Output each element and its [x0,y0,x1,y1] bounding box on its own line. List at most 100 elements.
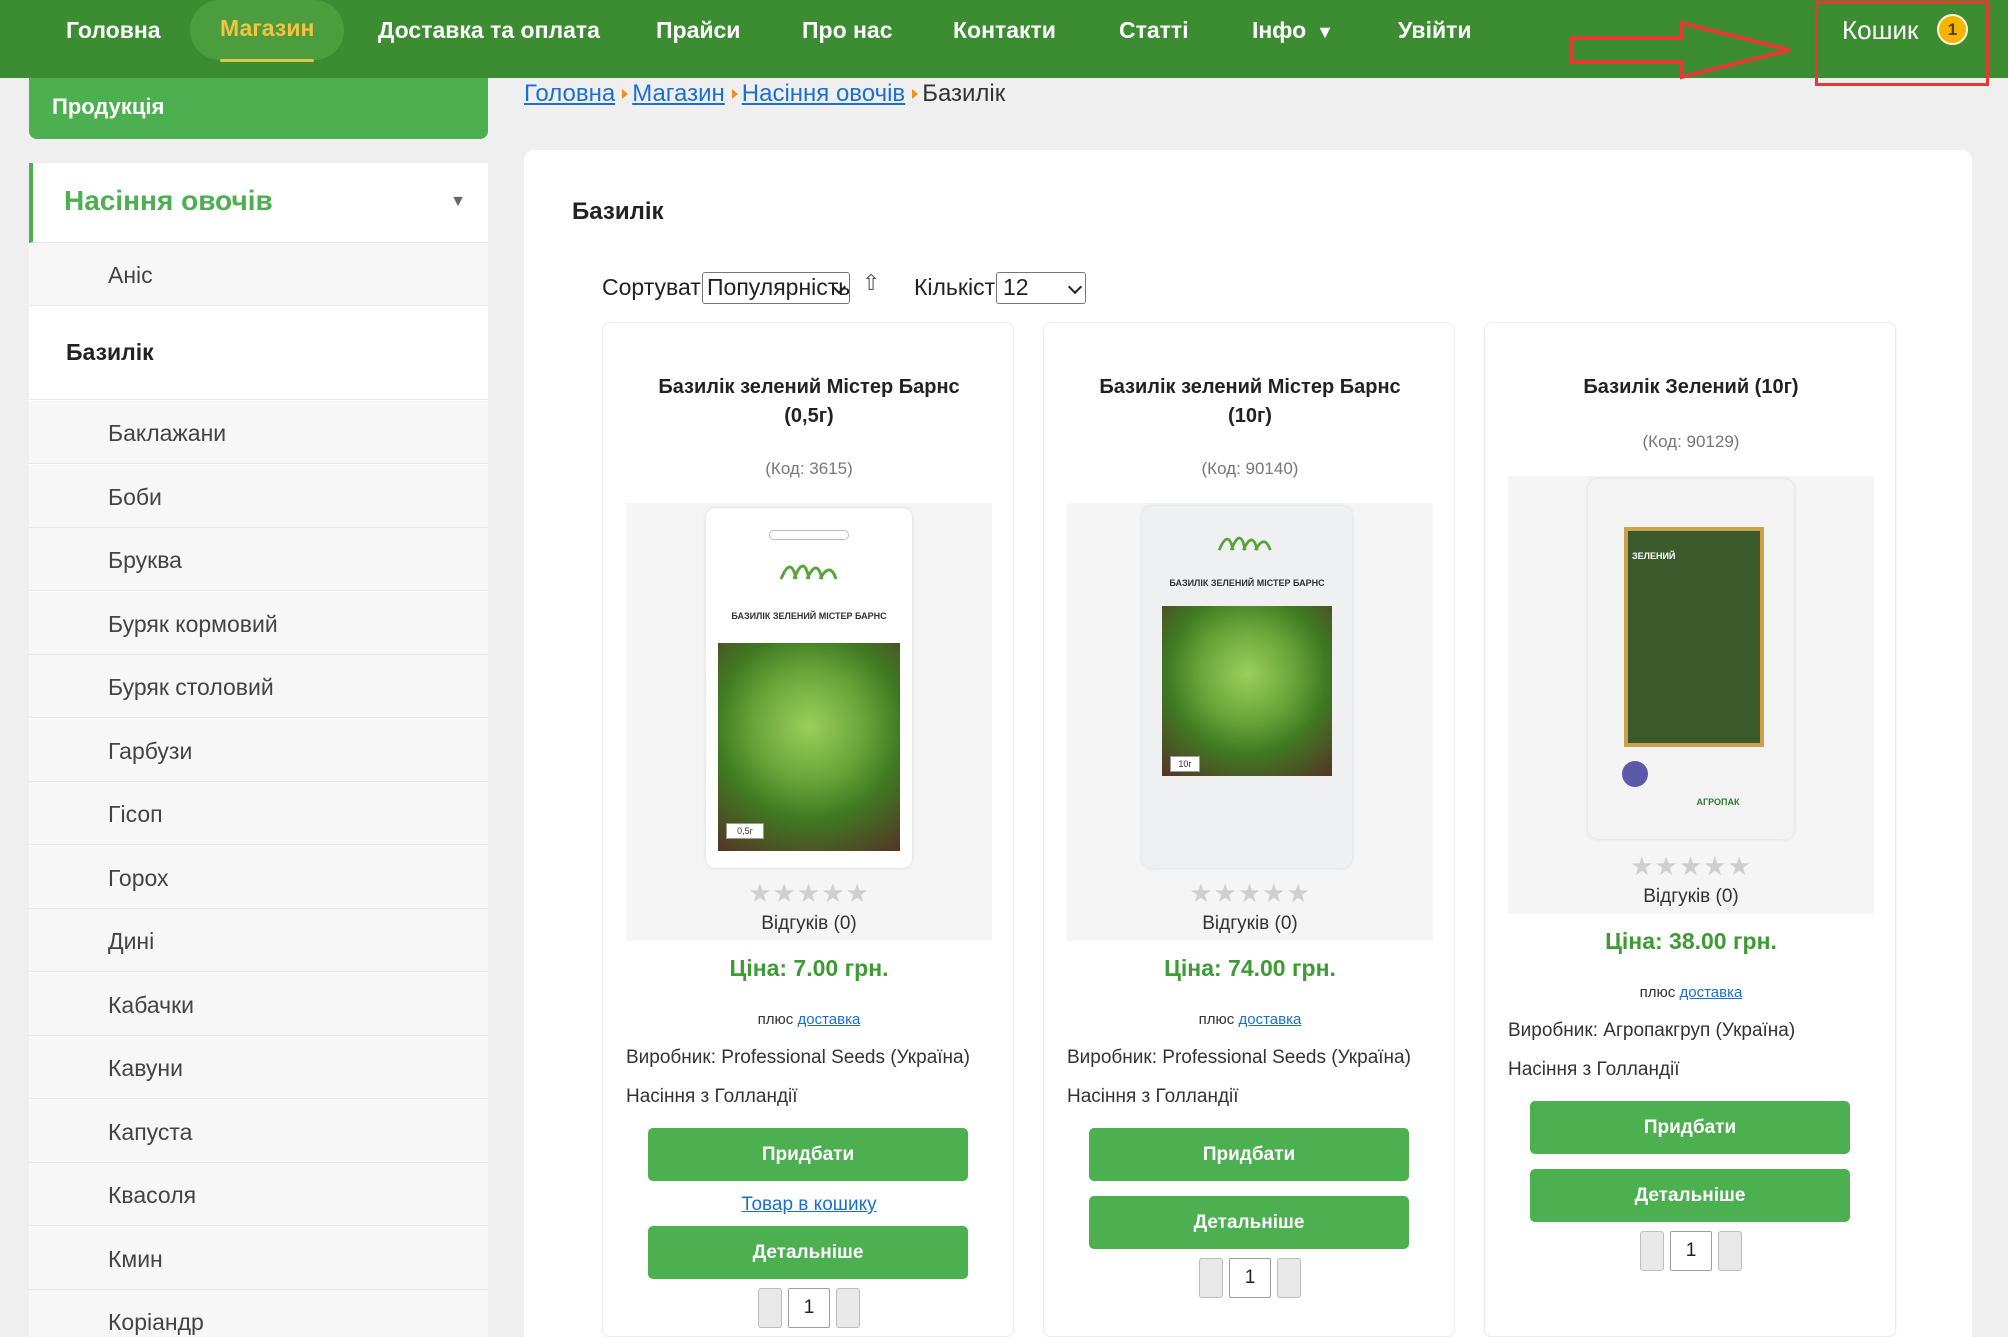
sidebar-item-pumpkin[interactable]: Гарбузи [29,719,488,782]
nav-info[interactable]: Інфо ▼ [1252,0,1334,60]
breadcrumb-arrow-icon [731,89,738,99]
nav-about[interactable]: Про нас [802,0,893,60]
sidebar-item-rutabaga[interactable]: Бруква [29,528,488,591]
nav-contacts[interactable]: Контакти [953,0,1056,60]
product-title[interactable]: Базилік Зелений (10г) [1505,373,1877,402]
sidebar-item-label: Буряк столовий [108,674,274,700]
increment-button[interactable] [1718,1231,1742,1271]
product-title[interactable]: Базилік зелений Містер Барнс (0,5г) [623,373,995,431]
nav-articles[interactable]: Статті [1119,0,1189,60]
sidebar-item-basil[interactable]: Базилік [29,307,488,400]
sidebar-item-melons[interactable]: Дині [29,909,488,972]
delivery-link[interactable]: доставка [1679,984,1742,1001]
sort-direction-icon[interactable]: ⇧ [862,270,880,296]
quantity-stepper: 1 [1640,1231,1742,1271]
sidebar-item-label: Квасоля [108,1182,197,1208]
sort-select[interactable]: Популярність [702,272,850,304]
product-title[interactable]: Базилік зелений Містер Барнс (10г) [1064,373,1436,431]
sidebar-item-kidney-beans[interactable]: Квасоля [29,1163,488,1226]
nav-prices[interactable]: Прайси [656,0,740,60]
decrement-button[interactable] [1640,1231,1664,1271]
product-origin: Насіння з Голландії [1508,1059,1680,1080]
in-cart-note: Товар в кошику [603,1194,1015,1216]
product-card: Базилік зелений Містер Барнс (10г) (Код:… [1043,322,1455,1337]
delivery-note: плюс доставка [1044,1011,1456,1028]
buy-button[interactable]: Придбати [1089,1128,1409,1181]
sidebar-item-anise[interactable]: Аніс [29,243,488,306]
reviews-link[interactable]: Відгуків (0) [1508,886,1874,908]
sidebar-item-label: Боби [108,484,162,510]
product-origin: Насіння з Голландії [1067,1086,1239,1107]
product-price: Ціна: 74.00 грн. [1164,955,1336,981]
increment-button[interactable] [1277,1258,1301,1298]
sidebar-item-label: Базилік [66,339,154,365]
in-cart-link[interactable]: Товар в кошику [741,1194,876,1215]
breadcrumb-arrow-icon [622,89,629,99]
buy-button[interactable]: Придбати [1530,1101,1850,1154]
quantity-input[interactable]: 1 [1229,1258,1271,1298]
page-title: Базилік [572,198,664,225]
sidebar-item-hyssop[interactable]: Гісоп [29,782,488,845]
delivery-link[interactable]: доставка [797,1011,860,1028]
nav-delivery-payment[interactable]: Доставка та оплата [378,0,600,60]
sidebar-item-label: Бруква [108,547,182,573]
certificate-seal-icon [1622,761,1648,787]
details-button[interactable]: Детальніше [1530,1169,1850,1222]
reviews-link[interactable]: Відгуків (0) [1067,913,1433,935]
seed-packet-image: БАЗИЛІК ЗЕЛЕНИЙ МІСТЕР БАРНС 0,5г [706,508,912,868]
sidebar-item-coriander[interactable]: Коріандр [29,1290,488,1337]
increment-button[interactable] [836,1288,860,1328]
sidebar-item-peas[interactable]: Горох [29,846,488,909]
product-code: (Код: 3615) [765,459,853,478]
product-manufacturer: Виробник: Professional Seeds (Україна) [626,1047,970,1068]
sidebar-item-cabbage[interactable]: Капуста [29,1100,488,1163]
packet-size-label: 0,5г [726,823,764,839]
delivery-prefix: плюс [1198,1011,1235,1028]
product-image[interactable]: ЗЕЛЕНИЙ АГРОПАК ★★★★★ Відгуків (0) [1508,476,1874,914]
chevron-down-icon[interactable]: ▼ [450,193,466,211]
red-arrow-annotation-icon [1570,20,1791,80]
sidebar-item-zucchini[interactable]: Кабачки [29,973,488,1036]
breadcrumb-link-vegetable-seeds[interactable]: Насіння овочів [742,80,905,107]
quantity-stepper: 1 [758,1288,860,1328]
decrement-button[interactable] [1199,1258,1223,1298]
quantity-per-page-select[interactable]: 12 [996,272,1086,304]
rating-stars-icon: ★★★★★ [748,878,870,908]
sidebar-item-label: Гісоп [108,801,163,827]
sidebar-item-beans-broad[interactable]: Боби [29,465,488,528]
rating-stars-icon: ★★★★★ [1630,851,1752,881]
sidebar-category-vegetable-seeds[interactable]: Насіння овочів ▼ [29,163,488,243]
nav-home[interactable]: Головна [66,0,161,60]
nav-shop[interactable]: Магазин [190,0,345,62]
decrement-button[interactable] [758,1288,782,1328]
sidebar-item-table-beet[interactable]: Буряк столовий [29,655,488,718]
sidebar-item-watermelons[interactable]: Кавуни [29,1036,488,1099]
product-title-line: (0,5г) [784,405,834,427]
delivery-link[interactable]: доставка [1238,1011,1301,1028]
seed-brand-logo-icon [1217,536,1272,551]
product-image[interactable]: БАЗИЛІК ЗЕЛЕНИЙ МІСТЕР БАРНС 0,5г ★★★★★ … [626,503,992,941]
quantity-per-page-label: Кількість: [914,274,996,300]
breadcrumb-arrow-icon [912,89,919,99]
breadcrumb-link-home[interactable]: Головна [524,80,615,107]
sidebar-item-label: Буряк кормовий [108,611,278,637]
product-image[interactable]: БАЗИЛІК ЗЕЛЕНИЙ МІСТЕР БАРНС 10г ★★★★★ В… [1067,503,1433,941]
packet-hanger-hole [769,530,849,540]
cart-link[interactable]: Кошик [1842,0,1918,60]
packet-size-label: 10г [1170,756,1200,772]
details-button[interactable]: Детальніше [648,1226,968,1279]
quantity-input[interactable]: 1 [788,1288,830,1328]
nav-login[interactable]: Увійти [1398,0,1472,60]
buy-button[interactable]: Придбати [648,1128,968,1181]
sidebar-item-caraway[interactable]: Кмин [29,1227,488,1290]
seed-packet-image: БАЗИЛІК ЗЕЛЕНИЙ МІСТЕР БАРНС 10г [1142,506,1352,868]
sidebar-item-eggplant[interactable]: Баклажани [29,401,488,464]
sort-select-value: Популярність [707,274,850,300]
sidebar-category-list: Насіння овочів ▼ Аніс Базилік Баклажани … [29,163,488,1337]
sidebar-item-fodder-beet[interactable]: Буряк кормовий [29,592,488,655]
reviews-link[interactable]: Відгуків (0) [626,913,992,935]
details-button[interactable]: Детальніше [1089,1196,1409,1249]
sidebar-item-label: Гарбузи [108,738,193,764]
breadcrumb-link-shop[interactable]: Магазин [632,80,725,107]
quantity-input[interactable]: 1 [1670,1231,1712,1271]
